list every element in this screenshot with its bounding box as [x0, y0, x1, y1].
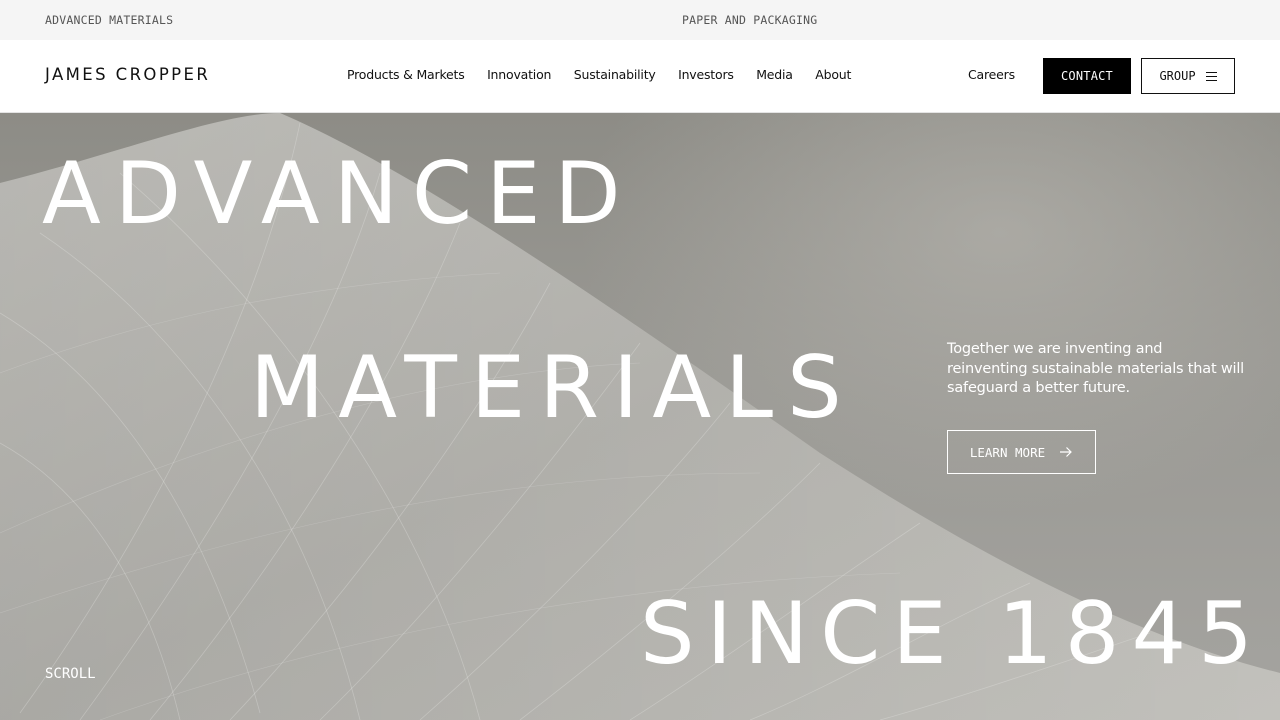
learn-more-button[interactable]: LEARN MORE: [947, 430, 1096, 474]
scroll-indicator[interactable]: SCROLL: [45, 666, 96, 682]
nav-item-about[interactable]: About: [815, 67, 851, 82]
nav-item-media[interactable]: Media: [756, 67, 793, 82]
nav-item-products-markets[interactable]: Products & Markets: [347, 67, 465, 82]
main-nav: Products & Markets Innovation Sustainabi…: [347, 67, 874, 82]
group-button-label: GROUP: [1159, 69, 1196, 83]
nav-item-innovation[interactable]: Innovation: [487, 67, 551, 82]
hero-headline-line-3: SINCE 1845: [640, 584, 1265, 684]
hero-headline-line-2: MATERIALS: [250, 338, 856, 438]
nav-item-sustainability[interactable]: Sustainability: [574, 67, 656, 82]
arrow-right-icon: [1060, 447, 1072, 457]
topbar-link-advanced-materials[interactable]: ADVANCED MATERIALS: [45, 13, 173, 27]
hero-tagline: Together we are inventing and reinventin…: [947, 341, 1245, 396]
site-header: JAMES CROPPER Products & Markets Innovat…: [0, 40, 1280, 113]
contact-button-label: CONTACT: [1061, 69, 1113, 83]
topbar: ADVANCED MATERIALS PAPER AND PACKAGING: [0, 0, 1280, 40]
group-menu-button[interactable]: GROUP: [1141, 58, 1235, 94]
logo[interactable]: JAMES CROPPER: [45, 65, 210, 84]
learn-more-label: LEARN MORE: [969, 444, 1046, 460]
contact-button[interactable]: CONTACT: [1043, 58, 1131, 94]
nav-item-investors[interactable]: Investors: [678, 67, 734, 82]
hero-section: ADVANCED MATERIALS SINCE 1845 Together w…: [0, 113, 1280, 720]
topbar-link-paper-packaging[interactable]: PAPER AND PACKAGING: [682, 13, 817, 27]
careers-link[interactable]: Careers: [968, 67, 1015, 82]
menu-icon: [1205, 71, 1217, 81]
hero-headline-line-1: ADVANCED: [42, 144, 635, 244]
